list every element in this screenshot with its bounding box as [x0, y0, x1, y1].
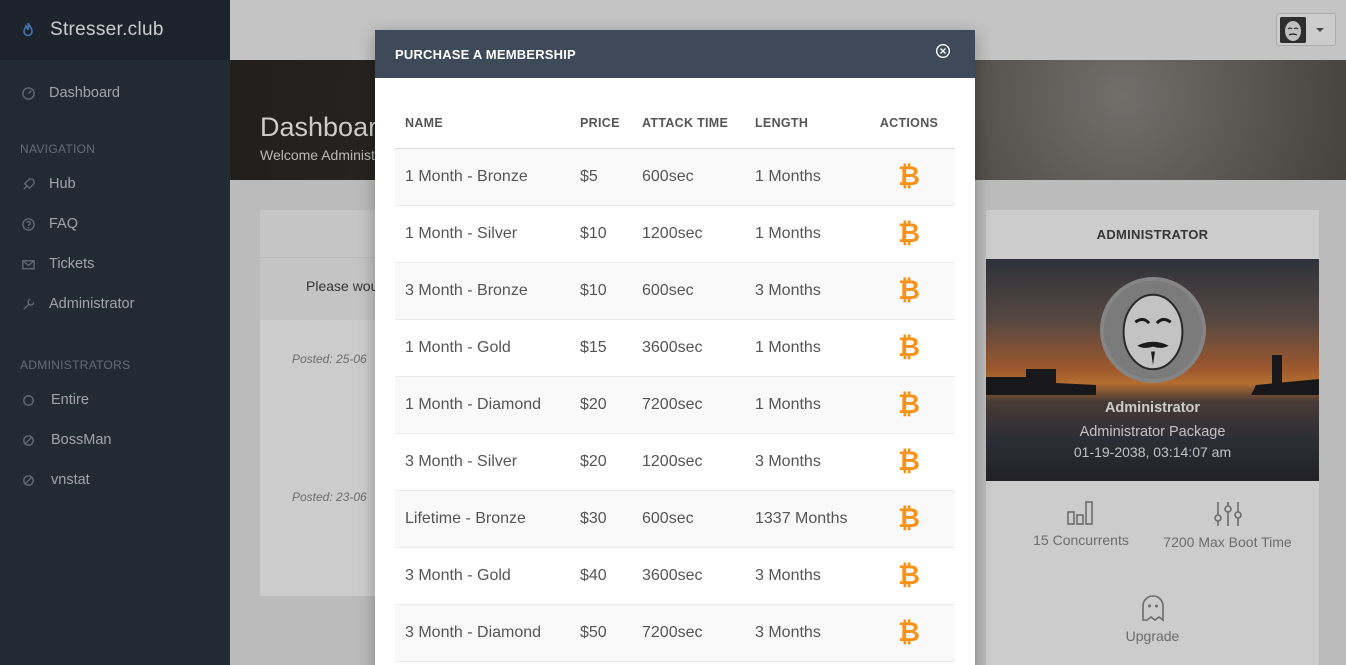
plan-length: 3 Months: [745, 433, 863, 491]
plan-length: 3 Months: [745, 604, 863, 662]
table-row: 1 Month - Diamond $20 7200sec 1 Months ₿: [395, 376, 955, 434]
modal-body: NAME PRICE ATTACK TIME LENGTH ACTIONS 1 …: [375, 78, 975, 662]
plan-attack-time: 600sec: [632, 490, 745, 548]
column-header-name: NAME: [395, 98, 570, 149]
plan-price: $50: [570, 604, 632, 662]
bitcoin-icon[interactable]: ₿: [898, 562, 920, 589]
plan-price: $20: [570, 376, 632, 434]
plan-length: 3 Months: [745, 262, 863, 320]
plan-price: $30: [570, 490, 632, 548]
plan-name: 1 Month - Gold: [395, 319, 570, 377]
membership-table: NAME PRICE ATTACK TIME LENGTH ACTIONS 1 …: [395, 98, 955, 662]
table-row: 3 Month - Gold $40 3600sec 3 Months ₿: [395, 547, 955, 605]
plan-attack-time: 3600sec: [632, 319, 745, 377]
plan-attack-time: 1200sec: [632, 205, 745, 263]
table-row: 3 Month - Diamond $50 7200sec 3 Months ₿: [395, 604, 955, 662]
plan-actions: ₿: [863, 262, 955, 320]
column-header-length: LENGTH: [745, 98, 863, 149]
plan-name: 3 Month - Bronze: [395, 262, 570, 320]
bitcoin-icon[interactable]: ₿: [898, 505, 920, 532]
plan-attack-time: 7200sec: [632, 604, 745, 662]
column-header-price: PRICE: [570, 98, 632, 149]
plan-actions: ₿: [863, 148, 955, 206]
plan-actions: ₿: [863, 433, 955, 491]
plan-length: 1 Months: [745, 205, 863, 263]
table-row: 3 Month - Silver $20 1200sec 3 Months ₿: [395, 433, 955, 491]
plan-actions: ₿: [863, 604, 955, 662]
bitcoin-icon[interactable]: ₿: [898, 334, 920, 361]
bitcoin-icon[interactable]: ₿: [898, 277, 920, 304]
plan-name: 3 Month - Diamond: [395, 604, 570, 662]
plan-price: $5: [570, 148, 632, 206]
plan-actions: ₿: [863, 319, 955, 377]
column-header-attack-time: ATTACK TIME: [632, 98, 745, 149]
table-header-row: NAME PRICE ATTACK TIME LENGTH ACTIONS: [395, 98, 955, 149]
plan-length: 1 Months: [745, 376, 863, 434]
plan-length: 1337 Months: [745, 490, 863, 548]
plan-attack-time: 1200sec: [632, 433, 745, 491]
table-row: 1 Month - Silver $10 1200sec 1 Months ₿: [395, 205, 955, 263]
plan-price: $10: [570, 205, 632, 263]
plan-price: $15: [570, 319, 632, 377]
plan-name: 1 Month - Diamond: [395, 376, 570, 434]
modal-title: PURCHASE A MEMBERSHIP: [395, 46, 576, 62]
plan-length: 1 Months: [745, 148, 863, 206]
plan-name: 3 Month - Gold: [395, 547, 570, 605]
plan-actions: ₿: [863, 376, 955, 434]
bitcoin-icon[interactable]: ₿: [898, 448, 920, 475]
plan-name: 1 Month - Silver: [395, 205, 570, 263]
plan-actions: ₿: [863, 490, 955, 548]
plan-price: $10: [570, 262, 632, 320]
table-row: Lifetime - Bronze $30 600sec 1337 Months…: [395, 490, 955, 548]
table-row: 1 Month - Bronze $5 600sec 1 Months ₿: [395, 148, 955, 206]
bitcoin-icon[interactable]: ₿: [898, 619, 920, 646]
plan-length: 1 Months: [745, 319, 863, 377]
table-row: 3 Month - Bronze $10 600sec 3 Months ₿: [395, 262, 955, 320]
plan-attack-time: 7200sec: [632, 376, 745, 434]
plan-attack-time: 3600sec: [632, 547, 745, 605]
modal-header: PURCHASE A MEMBERSHIP: [375, 30, 975, 78]
plan-name: Lifetime - Bronze: [395, 490, 570, 548]
bitcoin-icon[interactable]: ₿: [898, 391, 920, 418]
table-row: 1 Month - Gold $15 3600sec 1 Months ₿: [395, 319, 955, 377]
bitcoin-icon[interactable]: ₿: [898, 220, 920, 247]
close-icon[interactable]: [935, 43, 951, 59]
plan-actions: ₿: [863, 205, 955, 263]
plan-price: $20: [570, 433, 632, 491]
plan-attack-time: 600sec: [632, 262, 745, 320]
plan-length: 3 Months: [745, 547, 863, 605]
plan-name: 1 Month - Bronze: [395, 148, 570, 206]
purchase-membership-modal: PURCHASE A MEMBERSHIP NAME PRICE ATTACK …: [375, 30, 975, 665]
column-header-actions: ACTIONS: [863, 98, 955, 149]
plan-price: $40: [570, 547, 632, 605]
bitcoin-icon[interactable]: ₿: [898, 163, 920, 190]
plan-actions: ₿: [863, 547, 955, 605]
plan-name: 3 Month - Silver: [395, 433, 570, 491]
plan-attack-time: 600sec: [632, 148, 745, 206]
